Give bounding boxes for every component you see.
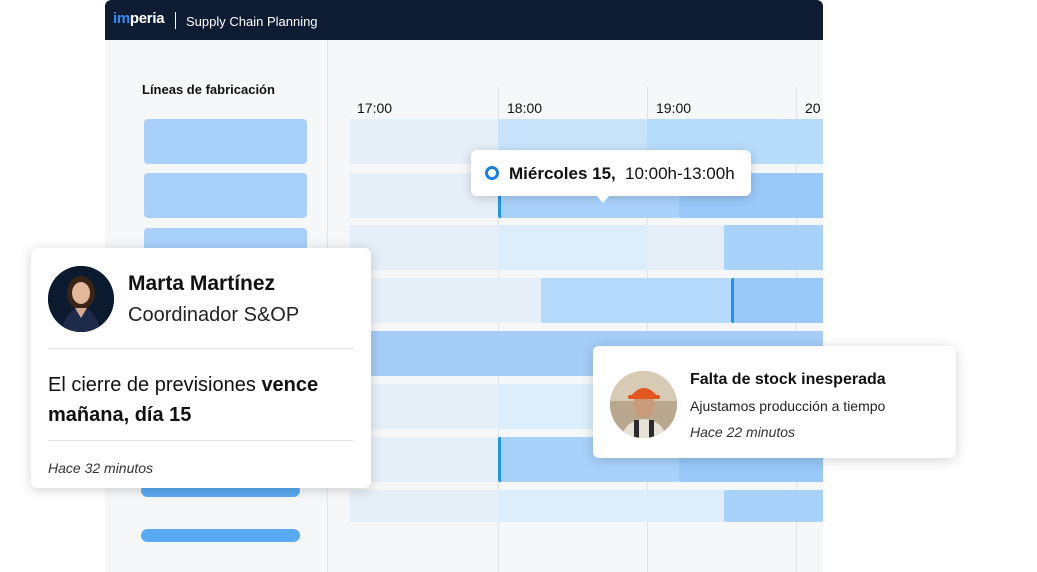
hour-label-19: 19:00 [656,100,692,116]
notification-timestamp: Hace 32 minutos [48,460,154,476]
schedule-bar[interactable] [541,278,731,323]
card-divider [48,440,354,441]
schedule-bar[interactable] [724,490,823,522]
schedule-bar[interactable] [498,490,723,522]
avatar-woman-icon [48,266,114,332]
radio-dot-icon [485,166,499,180]
schedule-timeline: 17:00 18:00 19:00 20 [327,40,823,572]
alert-message: Ajustamos producción a tiempo [690,398,886,414]
message-text: El cierre de previsiones [48,374,262,396]
hour-label-18: 18:00 [507,100,543,116]
sidebar-heading: Líneas de fabricación [142,82,275,97]
alert-title: Falta de stock inesperada [690,371,886,388]
topbar-divider [175,12,176,29]
tooltip-time: 10:00h-13:00h [625,164,735,183]
imperia-logo[interactable]: imperia [113,10,165,30]
notification-card-deadline[interactable]: Marta Martínez Coordinador S&OP El cierr… [31,248,371,488]
schedule-bar[interactable] [731,278,823,323]
schedule-bar[interactable] [724,225,823,270]
hour-label-20: 20 [805,100,821,116]
logo-suffix: peria [129,10,165,27]
hour-label-17: 17:00 [357,100,393,116]
tooltip-date: Miércoles 15, [509,164,616,183]
notification-card-stock[interactable]: Falta de stock inesperada Ajustamos prod… [593,346,956,458]
avatar-worker-icon [610,371,677,438]
avatar [48,266,114,332]
manufacturing-line-pill-2[interactable] [141,529,300,542]
logo-prefix: im [113,10,130,27]
alert-timestamp: Hace 22 minutos [690,424,796,440]
avatar [610,371,677,438]
notification-message: El cierre de previsiones vence mañana, d… [48,370,348,430]
sender-name: Marta Martínez [128,272,276,295]
manufacturing-line-1[interactable] [144,119,307,164]
app-title: Supply Chain Planning [186,14,318,29]
card-divider [48,348,354,349]
manufacturing-line-2[interactable] [144,173,307,218]
schedule-tooltip: Miércoles 15, 10:00h-13:00h [471,150,751,203]
sender-role: Coordinador S&OP [128,304,300,326]
top-bar: imperia Supply Chain Planning [105,0,823,40]
schedule-bar[interactable] [498,225,647,270]
tooltip-pointer [595,194,611,203]
